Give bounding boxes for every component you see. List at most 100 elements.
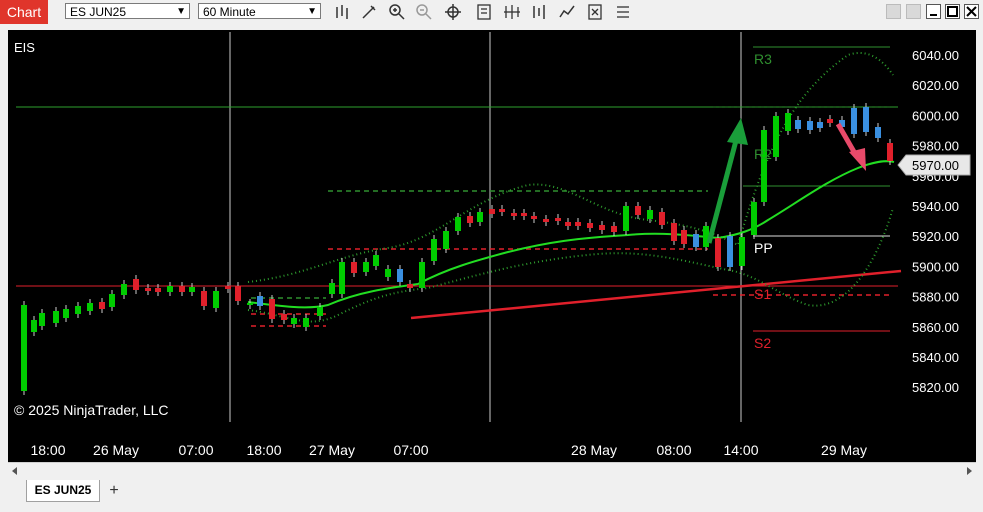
candle-body [543, 219, 549, 222]
interval-value: 60 Minute [203, 5, 256, 19]
candle-body [489, 209, 495, 214]
candle-body [555, 218, 561, 221]
minimize-button[interactable] [926, 4, 941, 19]
candle-body [761, 130, 767, 202]
candle-body [499, 209, 505, 212]
indicators-icon[interactable] [475, 3, 493, 21]
candle-body [671, 223, 677, 241]
candle-body [611, 226, 617, 232]
scroll-left-icon[interactable] [12, 467, 17, 475]
candle-body [53, 311, 59, 323]
candle-body [477, 212, 483, 222]
price-tick-label: 5860.00 [912, 320, 959, 335]
price-tick-label: 5820.00 [912, 380, 959, 395]
maximize-button[interactable] [945, 4, 960, 19]
time-tick-label: 07:00 [393, 442, 428, 458]
templates-icon[interactable] [558, 3, 576, 21]
candle-body [201, 291, 207, 306]
close-button[interactable] [964, 4, 979, 19]
candle-body [795, 120, 801, 129]
time-tick-label: 29 May [821, 442, 867, 458]
price-tick-label: 5980.00 [912, 139, 959, 154]
current-price-label: 5970.00 [912, 158, 959, 173]
pivot-s2-label: S2 [754, 335, 771, 351]
candle-body [31, 320, 37, 332]
trend-line[interactable] [410, 269, 902, 320]
tab-es-jun25[interactable]: ES JUN25 [26, 480, 100, 502]
zoom-out-icon[interactable] [415, 3, 433, 21]
candle-body [179, 286, 185, 292]
candle-body [773, 116, 779, 157]
up-arrow-annotation[interactable] [706, 118, 748, 244]
interval-selector[interactable]: 60 Minute ▼ [198, 3, 321, 19]
instrument-selector[interactable]: ES JUN25 ▼ [65, 3, 190, 19]
draw-tool-icon[interactable] [360, 3, 378, 21]
add-tab-button[interactable]: + [104, 482, 124, 500]
candle-body [145, 288, 151, 291]
current-price-marker: 5970.00 [897, 154, 971, 176]
price-tick-label: 6000.00 [912, 108, 959, 123]
candle-body [133, 279, 139, 290]
price-axis[interactable]: 6040.006020.006000.005980.005960.005940.… [912, 48, 959, 395]
scroll-right-icon[interactable] [967, 467, 972, 475]
zoom-in-icon[interactable] [388, 3, 406, 21]
time-tick-label: 18:00 [246, 442, 281, 458]
candle-body [291, 318, 297, 324]
candle-body [575, 222, 581, 226]
candle-body [419, 262, 425, 288]
candle-body [817, 122, 823, 128]
price-tick-label: 5940.00 [912, 199, 959, 214]
horizontal-scrollbar[interactable] [8, 462, 976, 479]
candle-body [385, 269, 391, 277]
candle-body [431, 239, 437, 261]
properties-icon[interactable] [586, 3, 604, 21]
strategies-icon[interactable] [503, 3, 521, 21]
price-tick-label: 5880.00 [912, 290, 959, 305]
candle-body [863, 107, 869, 132]
candle-body [167, 286, 173, 292]
maximize-icon [947, 6, 958, 17]
restore-button[interactable] [886, 4, 901, 19]
pivot-r3-label: R3 [754, 51, 772, 67]
tab-bar [0, 478, 983, 512]
candle-body [587, 223, 593, 228]
candle-body [225, 286, 231, 289]
candle-body [887, 143, 893, 161]
time-axis[interactable]: 18:00 26 May 07:00 18:00 27 May 07:00 28 May 08… [30, 442, 866, 458]
candle-body [623, 206, 629, 231]
pivot-pp-label: PP [754, 240, 773, 256]
chart-trader-icon[interactable] [530, 3, 548, 21]
candle-body [659, 212, 665, 225]
price-chart[interactable]: R3 R2 PP S1 S2 EIS © 2025 NinjaTrader, L… [8, 30, 976, 478]
app-label[interactable]: Chart [0, 0, 48, 24]
candle-body [727, 236, 733, 267]
candle-body [75, 306, 81, 314]
candle-body [373, 255, 379, 266]
layout-button[interactable] [906, 4, 921, 19]
candle-body [397, 269, 403, 282]
bar-type-icon[interactable] [333, 3, 351, 21]
candle-body [693, 234, 699, 247]
candle-body [467, 216, 473, 223]
candle-body [21, 305, 27, 391]
data-box-icon[interactable] [614, 3, 632, 21]
candle-body [739, 237, 745, 266]
candle-body [109, 294, 115, 307]
candle-body [99, 302, 105, 309]
candle-body [407, 284, 413, 288]
chevron-down-icon: ▼ [307, 6, 317, 17]
candle-body [339, 262, 345, 294]
time-tick-label: 18:00 [30, 442, 65, 458]
candle-body [213, 291, 219, 308]
price-tick-label: 5900.00 [912, 259, 959, 274]
time-tick-label: 14:00 [723, 442, 758, 458]
candle-body [681, 230, 687, 244]
candle-body [269, 299, 275, 319]
candle-body [87, 303, 93, 311]
candle-body [121, 284, 127, 295]
pivot-r2-label: R2 [754, 146, 772, 162]
crosshair-icon[interactable] [444, 3, 462, 21]
chart-panel[interactable]: R3 R2 PP S1 S2 EIS © 2025 NinjaTrader, L… [8, 30, 976, 478]
time-tick-label: 28 May [571, 442, 617, 458]
time-tick-label: 26 May [93, 442, 139, 458]
